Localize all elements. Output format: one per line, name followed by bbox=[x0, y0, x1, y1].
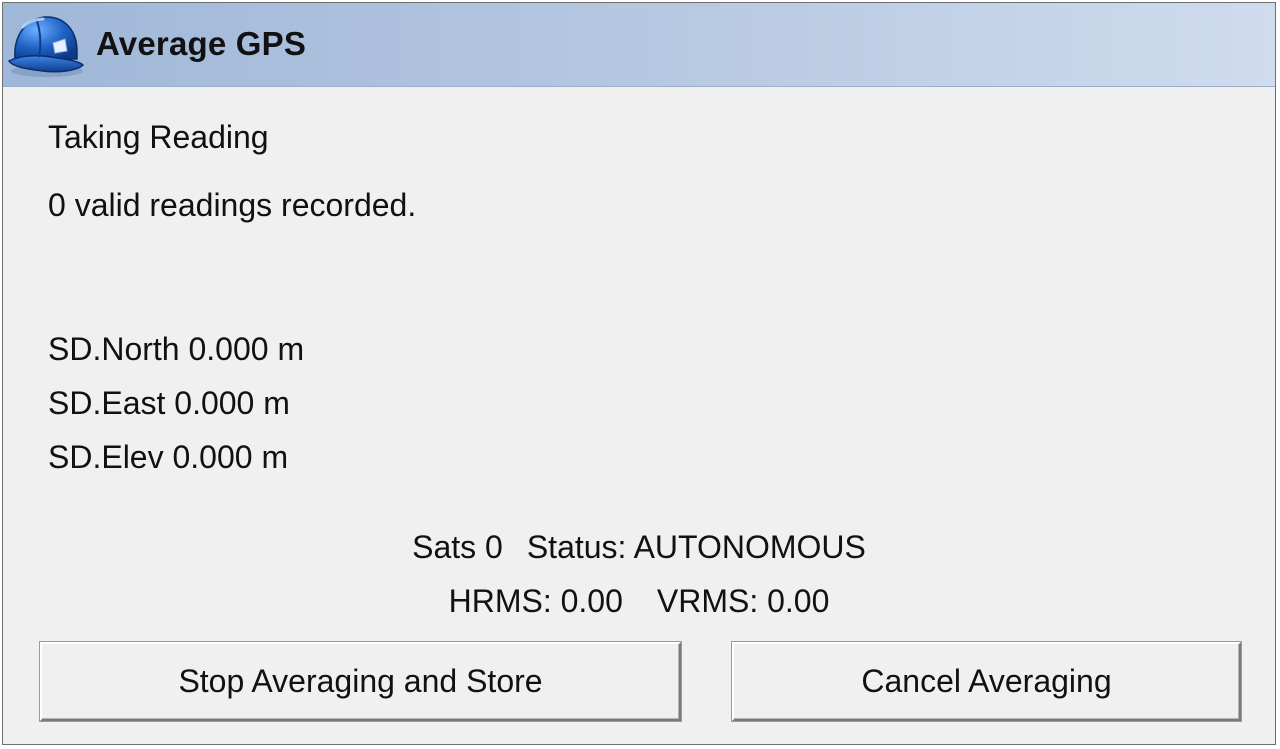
dialog-content: Taking Reading 0 valid readings recorded… bbox=[3, 87, 1275, 744]
fix-status-label: Status: AUTONOMOUS bbox=[526, 529, 866, 565]
vrms-label: VRMS: 0.00 bbox=[656, 583, 830, 619]
reading-state-label: Taking Reading bbox=[48, 119, 269, 155]
sd-north-label: SD.North 0.000 m bbox=[48, 331, 305, 367]
average-gps-dialog: Average GPS Taking Reading 0 valid readi… bbox=[2, 2, 1276, 745]
sd-elev-label: SD.Elev 0.000 m bbox=[48, 439, 289, 475]
title-bar: Average GPS bbox=[3, 3, 1275, 87]
sd-east-label: SD.East 0.000 m bbox=[48, 385, 290, 421]
rms-status-row: HRMS: 0.00 VRMS: 0.00 bbox=[3, 583, 1275, 620]
reading-count-label: 0 valid readings recorded. bbox=[48, 187, 417, 223]
sats-label: Sats 0 bbox=[412, 529, 503, 565]
stop-averaging-store-button[interactable]: Stop Averaging and Store bbox=[40, 642, 681, 721]
hard-hat-icon bbox=[7, 16, 85, 77]
hrms-label: HRMS: 0.00 bbox=[448, 583, 623, 619]
satellite-status-row: Sats 0 Status: AUTONOMOUS bbox=[3, 529, 1275, 566]
dialog-title: Average GPS bbox=[96, 25, 307, 62]
cancel-averaging-button[interactable]: Cancel Averaging bbox=[732, 642, 1241, 721]
